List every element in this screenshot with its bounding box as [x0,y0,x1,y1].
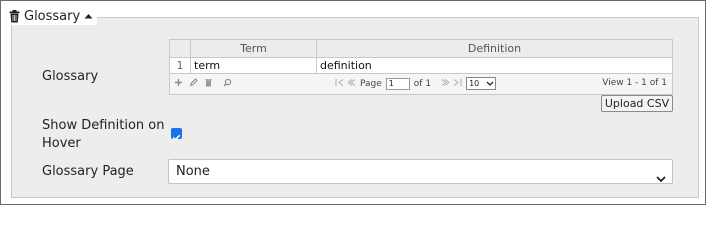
cell-definition[interactable]: definition [317,58,672,73]
chevron-down-icon [486,81,494,86]
show-definition-checkbox[interactable] [171,128,182,141]
page-size-value: 10 [469,79,480,88]
add-icon[interactable] [174,78,183,90]
trash-icon[interactable] [9,9,20,23]
first-page-icon[interactable] [335,78,344,89]
checkmark-icon [172,134,181,141]
edit-icon[interactable] [189,77,198,90]
view-records-text: View 1 - 1 of 1 [602,78,667,88]
upload-csv-button[interactable]: Upload CSV [601,95,673,112]
column-header-term[interactable]: Term [191,40,317,57]
page-size-select[interactable]: 10 [466,77,497,90]
table-row[interactable]: 1 term definition [170,58,672,74]
glossary-label: Glossary [42,69,99,84]
caret-up-icon[interactable] [84,13,93,19]
search-icon[interactable] [223,78,232,90]
row-number-header [170,40,191,57]
glossary-section: Glossary Term Definition 1 term definiti… [0,0,706,205]
section-title: Glossary [24,8,81,24]
grid-pager: Page 1 of 1 10 View 1 - 1 of 1 [170,74,672,93]
delete-icon[interactable] [204,78,213,90]
section-header[interactable]: Glossary [9,7,98,25]
row-number: 1 [170,58,191,73]
glossary-page-label: Glossary Page [42,164,134,179]
show-definition-label: Show Definition on Hover [42,118,165,151]
glossary-page-select[interactable]: None [168,159,673,184]
page-number-input[interactable]: 1 [385,77,410,90]
last-page-icon[interactable] [453,78,462,89]
chevron-down-icon [656,168,666,191]
page-of-label: of 1 [413,78,432,89]
glossary-panel: Glossary Term Definition 1 term definiti… [11,17,699,198]
column-header-definition[interactable]: Definition [317,40,672,57]
glossary-grid: Term Definition 1 term definition Page 1… [169,39,673,95]
glossary-page-value: None [176,164,210,179]
cell-term[interactable]: term [191,58,317,73]
grid-header: Term Definition [170,40,672,58]
page-label: Page [360,78,382,89]
prev-page-icon[interactable] [347,78,356,89]
next-page-icon[interactable] [441,78,450,89]
